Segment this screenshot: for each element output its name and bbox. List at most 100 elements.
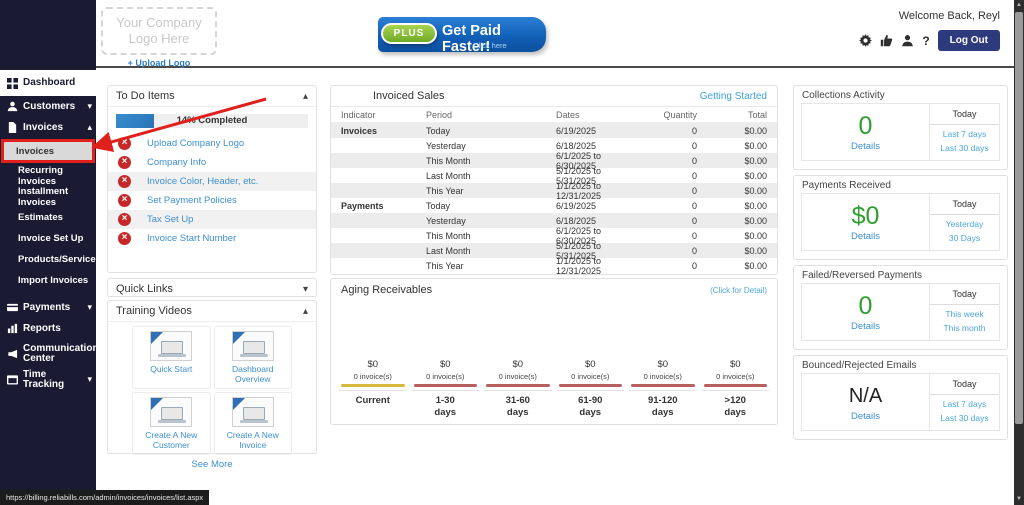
todo-item-link[interactable]: Tax Set Up <box>147 214 193 225</box>
period-today-button[interactable]: Today <box>930 284 999 305</box>
bucket-invoice-count: 0 invoice(s) <box>412 372 480 381</box>
sidebar-item-communication-center[interactable]: Communication Center▾ <box>0 339 96 369</box>
cell-total: $0.00 <box>711 171 767 181</box>
sidebar-subitem-recurring-invoices[interactable]: Recurring Invoices <box>0 165 96 186</box>
scroll-up-icon[interactable]: ▲ <box>1014 0 1024 11</box>
scroll-down-icon[interactable]: ▼ <box>1014 494 1024 505</box>
training-videos-panel: Training Videos ▴ Quick Start Dashboard O… <box>107 300 317 454</box>
company-logo-placeholder[interactable]: Your Company Logo Here <box>101 7 217 55</box>
sidebar-item-dashboard[interactable]: Dashboard <box>0 70 96 96</box>
quick-links-panel: Quick Links ▾ <box>107 278 317 297</box>
bucket-invoice-count: 0 invoice(s) <box>339 372 407 381</box>
video-label: Quick Start <box>135 364 208 374</box>
todo-item-link[interactable]: Invoice Color, Header, etc. <box>147 176 258 187</box>
stat-panel-body: 0DetailsTodayThis weekThis month <box>801 283 1000 341</box>
aging-receivables-panel: Aging Receivables (Click for Detail) $00… <box>330 278 778 425</box>
period-today-button[interactable]: Today <box>930 104 999 125</box>
collapse-chevron-icon[interactable]: ▴ <box>303 306 308 317</box>
sidebar-subitem-import-invoices[interactable]: Import Invoices <box>0 270 96 291</box>
period-link-last-7-days[interactable]: Last 7 days <box>930 125 999 139</box>
stat-panel-bounced-rejected-emails: Bounced/Rejected EmailsN/ADetailsTodayLa… <box>793 355 1008 440</box>
get-paid-faster-banner[interactable]: PLUS Get Paid Faster! Click here <box>378 17 546 52</box>
period-today-button[interactable]: Today <box>930 374 999 395</box>
user-area: Welcome Back, Reyl ? Log Out <box>859 10 1000 51</box>
chevron-down-icon: ▾ <box>87 101 92 112</box>
period-link-last-30-days[interactable]: Last 30 days <box>930 139 999 153</box>
cell-period: This Year <box>426 261 556 271</box>
period-today-button[interactable]: Today <box>930 194 999 215</box>
training-videos-title: Training Videos <box>116 305 192 317</box>
cell-dates: 6/19/2025 <box>556 201 641 211</box>
cell-period: Last Month <box>426 171 556 181</box>
todo-item-link[interactable]: Upload Company Logo <box>147 138 244 149</box>
aging-bucket-91-120-days: $00 invoice(s)91-120 days <box>629 359 697 419</box>
getting-started-link[interactable]: Getting Started <box>700 91 767 102</box>
expand-chevron-icon[interactable]: ▾ <box>303 284 308 295</box>
sidebar-item-customers[interactable]: Customers▾ <box>0 96 96 117</box>
sidebar-subitem-installment-invoices[interactable]: Installment Invoices <box>0 186 96 207</box>
training-videos-header: Training Videos ▴ <box>108 301 316 322</box>
cell-quantity: 0 <box>641 246 711 256</box>
gear-icon[interactable] <box>859 34 872 47</box>
help-icon[interactable]: ? <box>922 34 929 48</box>
sidebar-item-payments[interactable]: Payments▾ <box>0 297 96 318</box>
sidebar-subitem-label: Invoices <box>16 146 54 157</box>
bucket-color-bar <box>486 384 550 387</box>
payments-card-icon <box>7 302 18 313</box>
sidebar-item-label: Communication Center <box>23 344 99 364</box>
aging-receivables-header: Aging Receivables (Click for Detail) <box>331 279 777 301</box>
sidebar-subitem-products-services[interactable]: Products/Services <box>0 249 96 270</box>
cell-period: Today <box>426 201 556 211</box>
logout-button[interactable]: Log Out <box>938 30 1000 51</box>
todo-item-link[interactable]: Invoice Start Number <box>147 233 236 244</box>
details-link[interactable]: Details <box>851 231 880 242</box>
sidebar-item-reports[interactable]: Reports <box>0 318 96 339</box>
click-for-detail-link[interactable]: (Click for Detail) <box>710 286 767 295</box>
details-link[interactable]: Details <box>851 141 880 152</box>
video-card-quick-start[interactable]: Quick Start <box>132 326 211 389</box>
period-link-this-week[interactable]: This week <box>930 305 999 319</box>
period-link-last-30-days[interactable]: Last 30 days <box>930 409 999 423</box>
sidebar-item-time-tracking[interactable]: Time Tracking▾ <box>0 369 96 390</box>
sidebar-subitem-estimates[interactable]: Estimates <box>0 207 96 228</box>
vertical-scrollbar[interactable]: ▲ ▼ <box>1014 0 1024 505</box>
sales-table-row: This Year1/1/2025 to 12/31/20250$0.00 <box>331 183 777 198</box>
details-link[interactable]: Details <box>851 411 880 422</box>
video-card-create-a-new-customer[interactable]: Create A New Customer <box>132 392 211 455</box>
video-card-dashboard-overview[interactable]: Dashboard Overview <box>214 326 293 389</box>
period-link-this-month[interactable]: This month <box>930 319 999 333</box>
invoiced-sales-title: Invoiced Sales <box>373 90 445 102</box>
thumbs-up-icon[interactable] <box>880 34 893 47</box>
video-card-create-a-new-invoice[interactable]: Create A New Invoice <box>214 392 293 455</box>
person-icon[interactable] <box>901 34 914 47</box>
sidebar-item-label: Payments <box>23 303 85 313</box>
period-link-yesterday[interactable]: Yesterday <box>930 215 999 229</box>
bucket-invoice-count: 0 invoice(s) <box>484 372 552 381</box>
todo-item-link[interactable]: Company Info <box>147 157 206 168</box>
cell-period: Today <box>426 126 556 136</box>
scrollbar-thumb[interactable] <box>1015 12 1023 424</box>
collapse-chevron-icon[interactable]: ▴ <box>303 91 308 102</box>
bucket-invoice-count: 0 invoice(s) <box>557 372 625 381</box>
bucket-amount: $0 <box>629 359 697 370</box>
stat-panel-title: Collections Activity <box>794 86 1007 103</box>
todo-item-link[interactable]: Set Payment Policies <box>147 195 237 206</box>
sidebar-subitem-invoices[interactable]: Invoices <box>1 139 95 163</box>
plus-badge: PLUS <box>381 23 437 44</box>
todo-panel-header: To Do Items ▴ <box>108 86 316 107</box>
stat-period-selector: TodayLast 7 daysLast 30 days <box>929 374 999 430</box>
banner-click-here[interactable]: Click here <box>442 41 538 50</box>
period-link-last-7-days[interactable]: Last 7 days <box>930 395 999 409</box>
sidebar-subitem-invoice-set-up[interactable]: Invoice Set Up <box>0 228 96 249</box>
sidebar-item-invoices[interactable]: Invoices▴ <box>0 117 96 138</box>
todo-progress-bar: 14% Completed <box>116 114 308 128</box>
reports-chart-icon <box>7 323 18 334</box>
sidebar-item-label: Customers <box>23 102 85 112</box>
upload-logo-link[interactable]: + Upload Logo <box>101 58 217 68</box>
sidebar-subitem-label: Installment Invoices <box>18 186 96 208</box>
period-link-30-days[interactable]: 30 Days <box>930 229 999 243</box>
details-link[interactable]: Details <box>851 321 880 332</box>
see-more-link[interactable]: See More <box>108 459 316 470</box>
aging-chart-area <box>331 301 777 359</box>
column-header-total: Total <box>711 110 767 120</box>
